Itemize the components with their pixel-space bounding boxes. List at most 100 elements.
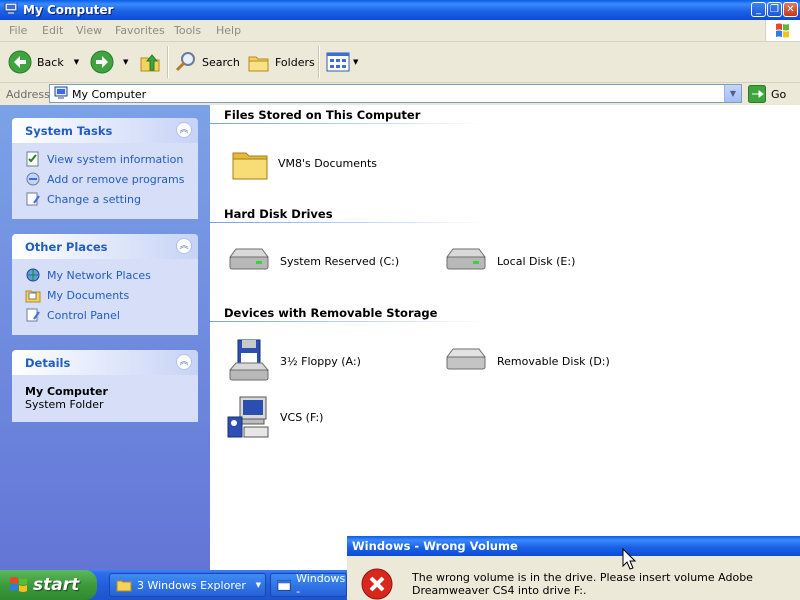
- start-label: start: [33, 575, 80, 595]
- my-computer-icon: [4, 3, 18, 14]
- details-title: Details: [25, 356, 71, 370]
- drive-label: System Reserved (C:): [280, 254, 400, 268]
- drive-label: Local Disk (E:): [497, 254, 576, 268]
- taskbar-dialog-task[interactable]: Windows -: [270, 572, 347, 598]
- menu-view[interactable]: View: [76, 24, 102, 37]
- folder-icon: [116, 580, 132, 592]
- up-folder-icon: [140, 54, 160, 72]
- windows-logo: [765, 20, 800, 41]
- forward-arrow-icon: [90, 50, 114, 74]
- drive-label: Removable Disk (D:): [497, 354, 610, 368]
- my-network-places-link[interactable]: My Network Places: [12, 265, 198, 285]
- close-button[interactable]: ✕: [783, 2, 798, 17]
- restore-button[interactable]: ❐: [767, 2, 782, 17]
- system-tasks-title: System Tasks: [25, 124, 113, 138]
- menu-tools[interactable]: Tools: [174, 24, 201, 37]
- documents-folder-icon: [25, 290, 41, 303]
- menu-edit[interactable]: Edit: [42, 24, 63, 37]
- hard-drive-icon: [229, 248, 269, 270]
- windows-flag-icon: [10, 577, 27, 592]
- drive-item-d[interactable]: Removable Disk (D:): [443, 343, 610, 379]
- drive-item-c[interactable]: System Reserved (C:): [226, 243, 399, 279]
- back-button[interactable]: Back ▼: [8, 48, 79, 76]
- folder-icon: [232, 152, 268, 180]
- up-folder-button[interactable]: [138, 48, 162, 76]
- views-icon: [326, 52, 350, 72]
- my-documents-link[interactable]: My Documents: [12, 285, 198, 305]
- back-arrow-icon: [8, 50, 32, 74]
- details-type: System Folder: [25, 398, 104, 411]
- address-dropdown-icon[interactable]: ▼: [724, 85, 741, 102]
- views-button[interactable]: ▼: [326, 48, 358, 76]
- collapse-icon[interactable]: ︽: [176, 354, 192, 370]
- hard-drive-icon: [446, 248, 486, 270]
- drive-item-e[interactable]: Local Disk (E:): [443, 243, 575, 279]
- section-title-stored: Files Stored on This Computer: [224, 108, 421, 122]
- removable-disk-icon: [446, 348, 486, 370]
- floppy-drive-icon: [228, 339, 270, 381]
- forward-button[interactable]: ▼: [90, 48, 128, 76]
- start-button[interactable]: start: [0, 570, 97, 600]
- dialog-message: The wrong volume is in the drive. Please…: [412, 571, 753, 597]
- control-panel-icon: [26, 308, 40, 322]
- drive-label: 3½ Floppy (A:): [280, 354, 361, 368]
- wrong-volume-dialog: Windows - Wrong Volume The wrong volume …: [347, 536, 800, 600]
- view-system-info-link[interactable]: View system information: [12, 149, 198, 169]
- folders-button[interactable]: Folders: [247, 48, 315, 76]
- drive-item-f[interactable]: VCS (F:): [226, 393, 323, 441]
- section-title-hdd: Hard Disk Drives: [224, 207, 333, 221]
- window-title: My Computer: [23, 3, 114, 17]
- dialog-title: Windows - Wrong Volume: [352, 539, 518, 553]
- error-icon: [361, 568, 393, 600]
- system-tasks-header[interactable]: System Tasks ︽: [12, 118, 198, 143]
- other-places-header[interactable]: Other Places ︽: [12, 234, 198, 259]
- address-label: Address: [6, 88, 50, 101]
- control-panel-link[interactable]: Control Panel: [12, 305, 198, 325]
- taskbar-explorer-group[interactable]: 3 Windows Explorer ▼: [109, 573, 266, 597]
- details-panel: Details ︽ My Computer System Folder: [12, 350, 198, 422]
- go-arrow-icon: [748, 85, 766, 103]
- menu-favorites[interactable]: Favorites: [115, 24, 165, 37]
- content-area: Files Stored on This Computer VM8's Docu…: [210, 105, 800, 570]
- details-name: My Computer: [25, 385, 108, 398]
- my-computer-icon: [54, 86, 68, 99]
- group-dropdown-icon: ▼: [255, 581, 261, 589]
- section-title-removable: Devices with Removable Storage: [224, 306, 438, 320]
- task-pane: System Tasks ︽ View system information A…: [0, 105, 210, 570]
- other-places-panel: Other Places ︽ My Network Places My Docu…: [12, 234, 198, 335]
- drive-item-a[interactable]: 3½ Floppy (A:): [226, 338, 361, 384]
- go-button[interactable]: Go: [748, 85, 786, 103]
- collapse-icon[interactable]: ︽: [176, 122, 192, 138]
- back-label: Back: [37, 55, 64, 69]
- forward-dropdown-icon[interactable]: ▼: [123, 58, 128, 66]
- back-dropdown-icon[interactable]: ▼: [74, 58, 79, 66]
- network-icon: [26, 268, 40, 282]
- search-button[interactable]: Search: [174, 48, 240, 76]
- taskbar-dialog-label: Windows -: [296, 572, 346, 598]
- search-label: Search: [202, 55, 240, 69]
- change-setting-link[interactable]: Change a setting: [12, 189, 198, 209]
- address-bar: Address My Computer ▼ Go: [0, 83, 800, 106]
- menu-file[interactable]: File: [9, 24, 27, 37]
- taskbar-explorer-label: 3 Windows Explorer: [137, 578, 246, 592]
- folders-icon: [248, 56, 269, 72]
- address-input[interactable]: My Computer ▼: [49, 84, 742, 103]
- search-icon: [175, 52, 195, 72]
- menu-bar: File Edit View Favorites Tools Help: [0, 20, 800, 42]
- folder-item[interactable]: VM8's Documents: [230, 143, 377, 183]
- add-remove-programs-link[interactable]: Add or remove programs: [12, 169, 198, 189]
- drive-label: VCS (F:): [280, 410, 324, 424]
- system-info-icon: [26, 151, 39, 167]
- system-tasks-panel: System Tasks ︽ View system information A…: [12, 118, 198, 219]
- title-bar[interactable]: My Computer _ ❐ ✕: [0, 0, 800, 20]
- toolbar: Back ▼ ▼ Search Folders ▼: [0, 42, 800, 83]
- details-header[interactable]: Details ︽: [12, 350, 198, 375]
- other-places-title: Other Places: [25, 240, 108, 254]
- settings-icon: [26, 192, 40, 206]
- dialog-title-bar[interactable]: Windows - Wrong Volume: [347, 536, 800, 556]
- collapse-icon[interactable]: ︽: [176, 238, 192, 254]
- views-dropdown-icon[interactable]: ▼: [353, 58, 358, 66]
- folder-label: VM8's Documents: [278, 156, 377, 170]
- menu-help[interactable]: Help: [216, 24, 241, 37]
- minimize-button[interactable]: _: [751, 2, 766, 17]
